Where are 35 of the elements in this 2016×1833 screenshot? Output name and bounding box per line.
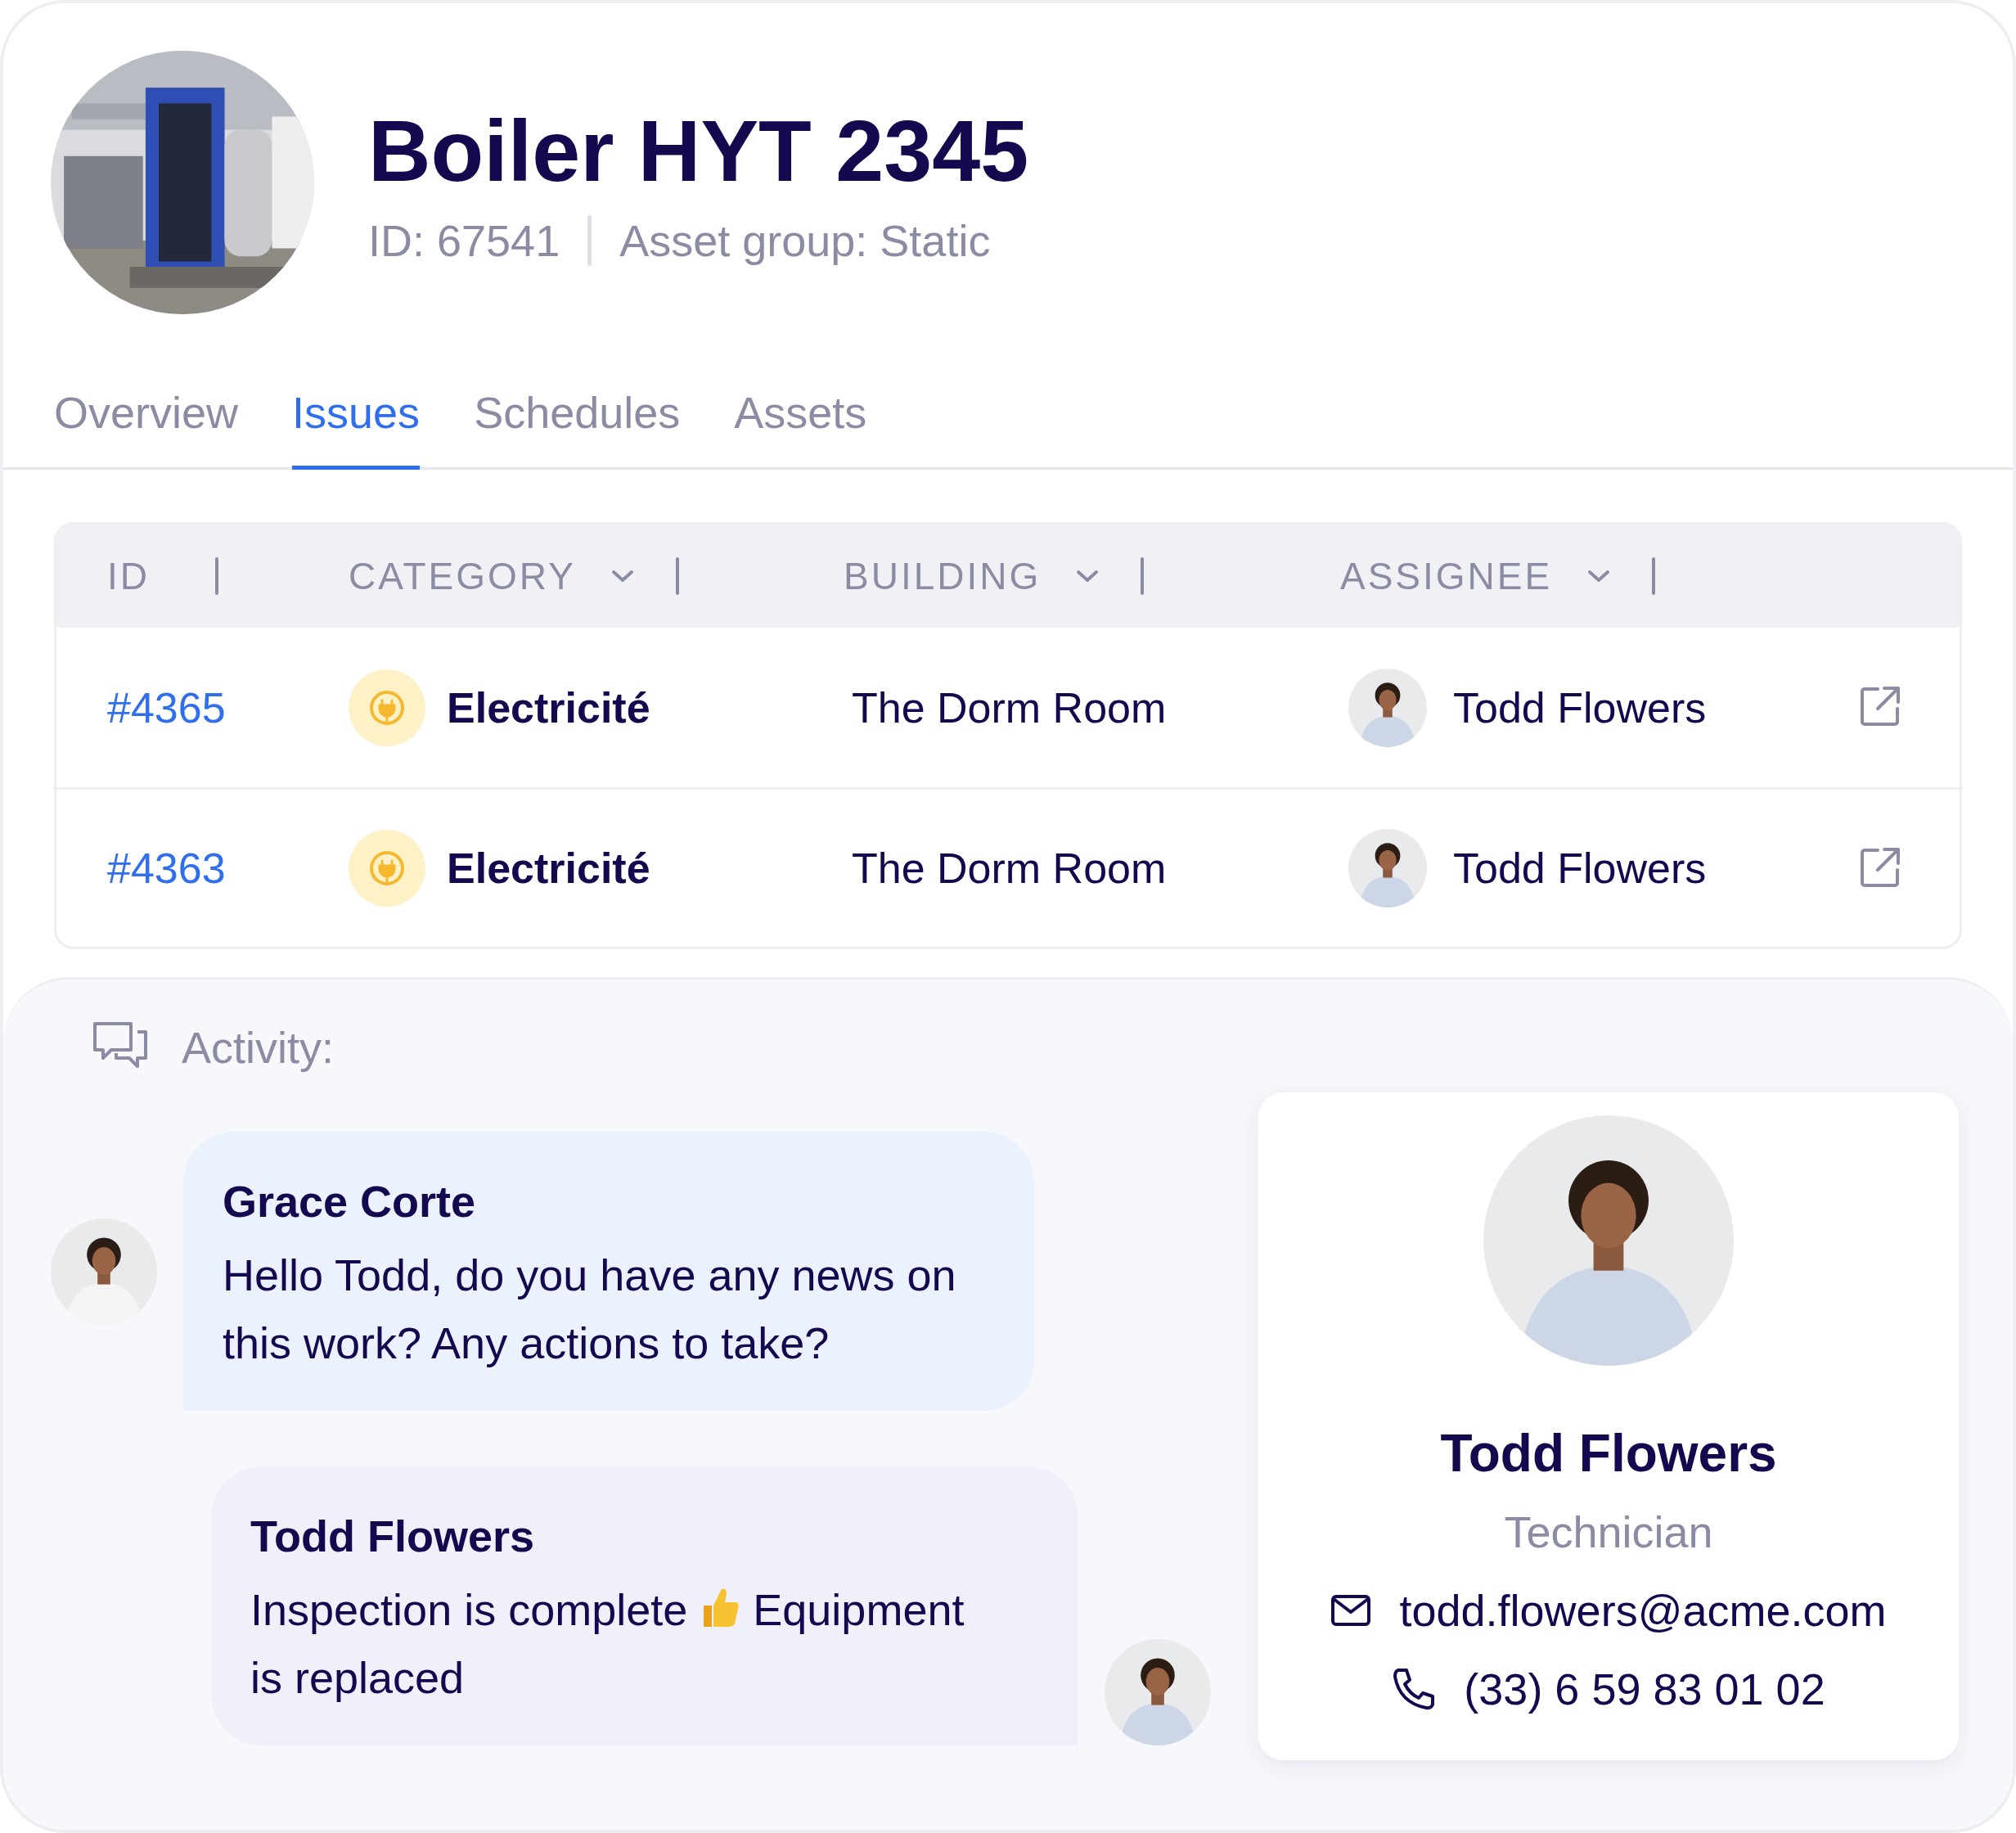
column-header: BUILDING [844,554,1042,598]
tab[interactable]: Assets [734,386,867,470]
tab[interactable]: Overview [54,386,239,470]
tab[interactable]: Schedules [474,386,681,470]
issue-link[interactable]: #4365 [107,682,349,732]
tab[interactable]: Issues [292,386,421,470]
message-author: Todd Flowers [250,1511,535,1563]
chevron-down-icon[interactable] [610,569,635,583]
message-author: Grace Corte [223,1176,477,1227]
asset-id: ID: 67541 [368,214,560,266]
message-text: is replaced [250,1653,465,1703]
activity-label: Activity: [182,1022,335,1073]
column-header: ID [107,554,150,598]
phone-icon [1392,1667,1437,1711]
profile-phone: (33) 6 59 83 01 02 [1464,1664,1825,1714]
issue-link[interactable]: #4363 [107,844,349,893]
asset-group: Asset group: Static [619,214,991,266]
message-text: Inspection is complete [250,1584,688,1634]
building-name: The Dorm Room [851,844,1168,893]
mail-icon [1330,1594,1372,1627]
assignee-name: Todd Flowers [1453,682,1707,732]
message-text: Equipment [753,1584,965,1634]
assignee-name: Todd Flowers [1453,844,1707,893]
profile-email[interactable]: todd.flowers@acme.com [1399,1585,1887,1636]
chevron-down-icon[interactable] [1075,569,1100,583]
column-header: ASSIGNEE [1340,554,1553,598]
column-header: CATEGORY [349,554,576,598]
asset-title: Boiler HYT 2345 [368,101,1029,201]
profile-name: Todd Flowers [1440,1423,1777,1484]
message-text: Hello Todd, do you have any news on this work? Any actions to take? [223,1250,956,1368]
profile-role: Technician [1504,1506,1713,1557]
chevron-down-icon[interactable] [1586,569,1612,583]
building-name: The Dorm Room [851,682,1168,732]
category-name: Electricité [447,682,650,732]
category-name: Electricité [447,844,650,893]
